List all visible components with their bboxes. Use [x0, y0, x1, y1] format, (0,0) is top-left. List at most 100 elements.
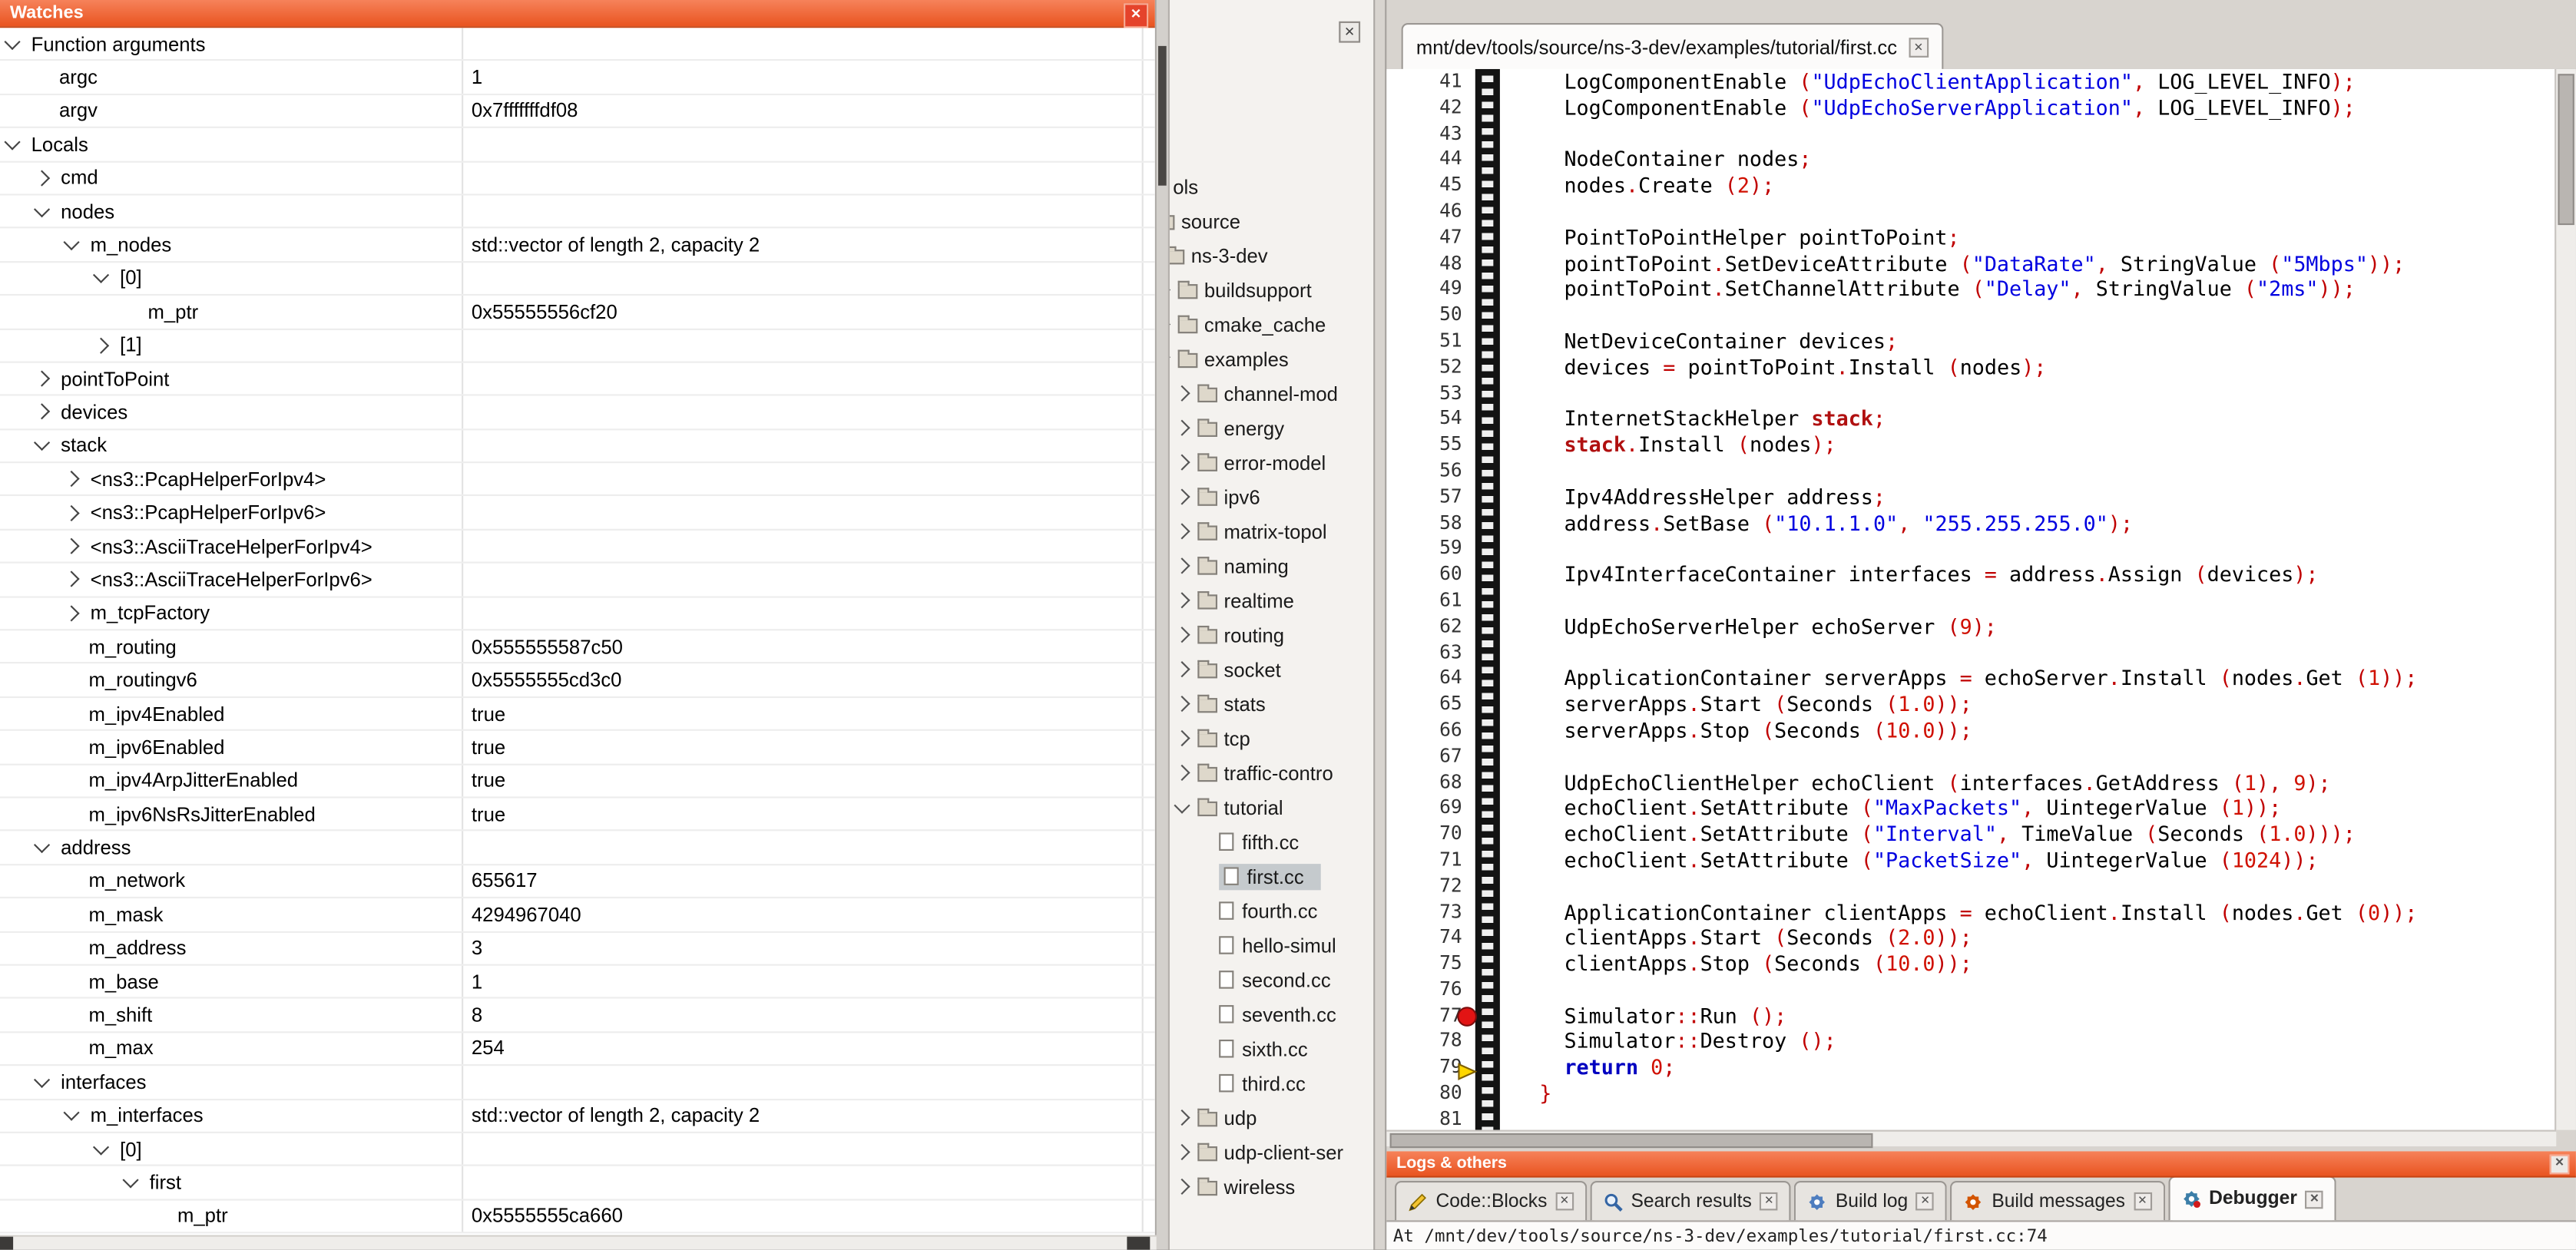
chevron-down-icon[interactable] [34, 200, 50, 217]
close-icon[interactable] [2550, 1155, 2570, 1175]
watch-row[interactable]: <ns3::PcapHelperForIpv4> [0, 463, 1155, 497]
line-number[interactable]: 48 [1386, 250, 1462, 276]
watch-row[interactable]: stack [0, 430, 1155, 464]
tree-item[interactable]: sixth.cc [1219, 1031, 1373, 1066]
chevron-right-icon[interactable] [63, 504, 79, 521]
tree-item[interactable]: tcp [1177, 721, 1374, 756]
tree-item[interactable]: seventh.cc [1219, 997, 1373, 1031]
line-number[interactable]: 51 [1386, 329, 1462, 355]
line-number[interactable]: 72 [1386, 873, 1462, 899]
chevron-down-icon[interactable] [63, 234, 79, 250]
close-icon[interactable] [1909, 37, 1929, 57]
chevron-right-icon[interactable] [63, 471, 79, 487]
watch-row[interactable]: argc1 [0, 61, 1155, 95]
watch-row[interactable]: m_max254 [0, 1033, 1155, 1066]
watch-row[interactable]: cmd [0, 162, 1155, 196]
line-number[interactable]: 52 [1386, 355, 1462, 381]
scrollbar-thumb[interactable] [1158, 46, 1167, 186]
editor-horizontal-scrollbar[interactable] [1386, 1130, 2556, 1146]
line-number[interactable]: 53 [1386, 380, 1462, 406]
close-icon[interactable] [2134, 1192, 2152, 1211]
chevron-down-icon[interactable] [34, 837, 50, 853]
watch-row[interactable]: Function arguments [0, 28, 1155, 61]
line-number[interactable]: 67 [1386, 743, 1462, 769]
line-number[interactable]: 70 [1386, 822, 1462, 848]
chevron-right-icon[interactable] [34, 371, 50, 387]
close-icon[interactable] [1916, 1192, 1935, 1211]
watch-row[interactable]: [0] [0, 263, 1155, 296]
line-number[interactable]: 58 [1386, 510, 1462, 536]
line-number[interactable]: 77 [1386, 1003, 1462, 1029]
chevron-down-icon[interactable] [1174, 798, 1190, 814]
chevron-right-icon[interactable] [1174, 557, 1190, 574]
watch-row[interactable]: m_ptr0x5555555ca660 [0, 1200, 1155, 1234]
close-icon[interactable] [1760, 1192, 1778, 1211]
line-number[interactable]: 44 [1386, 147, 1462, 173]
chevron-right-icon[interactable] [1174, 730, 1190, 746]
chevron-right-icon[interactable] [1174, 1179, 1190, 1195]
line-number[interactable]: 79 [1386, 1055, 1462, 1081]
line-number[interactable]: 59 [1386, 536, 1462, 562]
chevron-right-icon[interactable] [1174, 1144, 1190, 1160]
line-number[interactable]: 49 [1386, 276, 1462, 303]
chevron-right-icon[interactable] [1174, 1109, 1190, 1126]
line-number[interactable]: 80 [1386, 1081, 1462, 1107]
watch-row[interactable]: m_ptr0x55555556cf20 [0, 296, 1155, 329]
chevron-right-icon[interactable] [1174, 488, 1190, 504]
chevron-right-icon[interactable] [1174, 627, 1190, 643]
tree-item[interactable]: naming [1177, 548, 1374, 583]
watch-row[interactable]: m_ipv4Enabledtrue [0, 698, 1155, 732]
line-number[interactable]: 63 [1386, 640, 1462, 666]
chevron-right-icon[interactable] [93, 337, 109, 353]
line-number[interactable]: 54 [1386, 406, 1462, 432]
line-number[interactable]: 61 [1386, 588, 1462, 614]
watch-row[interactable]: <ns3::AsciiTraceHelperForIpv6> [0, 564, 1155, 597]
tree-item[interactable]: examples [1170, 342, 1373, 376]
chevron-right-icon[interactable] [1174, 592, 1190, 608]
watch-row[interactable]: m_nodesstd::vector of length 2, capacity… [0, 229, 1155, 263]
watch-row[interactable]: [1] [0, 329, 1155, 363]
scrollbar-thumb[interactable] [2558, 74, 2574, 225]
watch-row[interactable]: m_routingv60x5555555cd3c0 [0, 664, 1155, 698]
watch-row[interactable]: nodes [0, 195, 1155, 229]
tree-item[interactable]: energy [1177, 411, 1374, 445]
line-number[interactable]: 50 [1386, 303, 1462, 329]
close-icon[interactable] [1124, 3, 1148, 28]
editor-vertical-scrollbar[interactable] [2554, 69, 2576, 1130]
tree-item[interactable]: socket [1177, 652, 1374, 686]
line-number[interactable]: 73 [1386, 899, 1462, 925]
tree-item[interactable]: error-model [1177, 445, 1374, 480]
watch-row[interactable]: m_ipv4ArpJitterEnabledtrue [0, 765, 1155, 799]
line-number[interactable]: 65 [1386, 692, 1462, 718]
tree-item[interactable]: fourth.cc [1219, 894, 1373, 928]
tree-item[interactable]: udp-client-ser [1177, 1135, 1374, 1169]
watch-row[interactable]: first [0, 1166, 1155, 1200]
logs-tab-search-results[interactable]: Search results [1590, 1181, 1791, 1220]
line-number[interactable]: 57 [1386, 484, 1462, 510]
logs-header[interactable]: Logs & others [1386, 1151, 2576, 1177]
chevron-right-icon[interactable] [1174, 420, 1190, 436]
line-number[interactable]: 60 [1386, 562, 1462, 588]
line-number[interactable]: 71 [1386, 848, 1462, 874]
tree-item[interactable]: third.cc [1219, 1066, 1373, 1100]
watches-titlebar[interactable]: Watches [0, 0, 1155, 28]
tree-item[interactable]: cmake_cache [1170, 307, 1373, 342]
line-number[interactable]: 56 [1386, 458, 1462, 484]
chevron-right-icon[interactable] [1174, 661, 1190, 677]
line-number[interactable]: 74 [1386, 925, 1462, 951]
scrollbar-thumb[interactable] [1390, 1133, 1873, 1148]
tree-item[interactable]: udp [1177, 1100, 1374, 1135]
watch-row[interactable]: m_address3 [0, 932, 1155, 966]
line-number[interactable]: 81 [1386, 1106, 1462, 1129]
watch-row[interactable]: pointToPoint [0, 363, 1155, 397]
line-number[interactable]: 41 [1386, 69, 1462, 95]
line-number[interactable]: 45 [1386, 173, 1462, 199]
scrollbar-thumb[interactable] [1127, 1237, 1150, 1250]
watch-row[interactable]: interfaces [0, 1066, 1155, 1100]
chevron-right-icon[interactable] [1174, 765, 1190, 781]
logs-tab-code-blocks[interactable]: Code::Blocks [1395, 1181, 1587, 1220]
close-icon[interactable] [2306, 1190, 2324, 1209]
line-number[interactable]: 62 [1386, 613, 1462, 640]
watch-row[interactable]: argv0x7fffffffdf08 [0, 95, 1155, 129]
watch-row[interactable]: <ns3::PcapHelperForIpv6> [0, 497, 1155, 531]
